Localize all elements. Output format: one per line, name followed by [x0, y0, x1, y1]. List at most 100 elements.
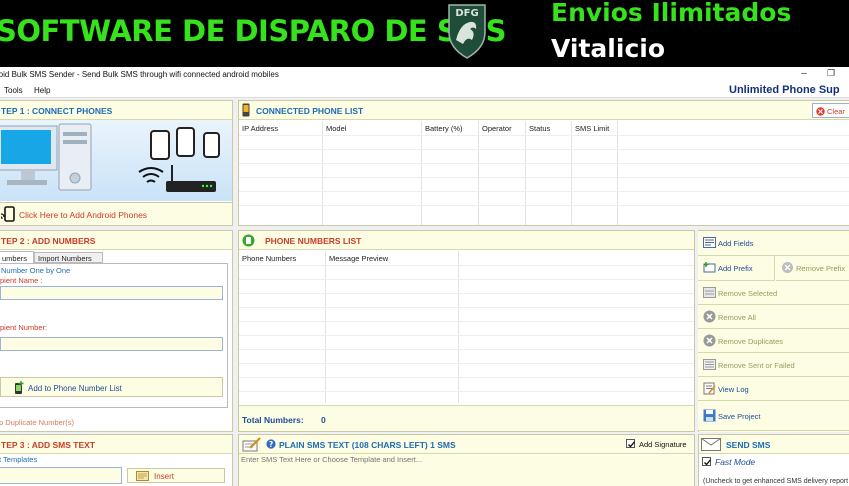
step2-header: TEP 2 : ADD NUMBERS: [0, 231, 232, 250]
envelope-icon: [701, 438, 721, 451]
remove-sent-failed-label: Remove Sent or Failed: [718, 361, 795, 370]
step2-title: TEP 2 : ADD NUMBERS: [1, 236, 96, 246]
remove-selected-button[interactable]: Remove Selected: [698, 281, 849, 305]
step3-panel: TEP 3 : ADD SMS TEXT t Templates Insert: [0, 434, 233, 486]
recipient-number-label: pient Number:: [0, 323, 48, 332]
save-project-icon: [703, 409, 716, 422]
add-prefix-icon: [703, 262, 716, 273]
mobile-phone-icon: [242, 103, 250, 117]
help-icon[interactable]: ?: [266, 439, 276, 449]
banner-title: SOFTWARE DE DISPARO DE SMS: [0, 14, 506, 48]
remove-all-label: Remove All: [718, 313, 756, 322]
title-bar: roid Bulk SMS Sender - Send Bulk SMS thr…: [0, 67, 849, 82]
delivery-report-note: (Uncheck to get enhanced SMS delivery re…: [703, 478, 849, 485]
insert-icon: [136, 471, 149, 481]
app-window: roid Bulk SMS Sender - Send Bulk SMS thr…: [0, 67, 849, 486]
add-to-list-label: Add to Phone Number List: [28, 384, 122, 393]
tab-numbers[interactable]: umbers: [0, 251, 34, 263]
numbers-list-title: PHONE NUMBERS LIST: [265, 236, 362, 246]
send-sms-title: SEND SMS: [726, 440, 771, 450]
clear-icon: [816, 107, 825, 116]
view-log-icon: [703, 382, 716, 395]
add-prefix-button[interactable]: Add Prefix: [698, 256, 775, 281]
numbers-list-grid: [239, 251, 694, 403]
templates-label: t Templates: [0, 455, 38, 464]
step1-panel: TEP 1 : CONNECT PHONES Click Here to Add…: [0, 100, 233, 226]
add-phone-icon: [15, 381, 24, 394]
remove-prefix-label: Remove Prefix: [796, 264, 846, 273]
sms-pencil-icon: [242, 437, 261, 452]
unlimited-phone-support-label: Unlimited Phone Sup: [729, 84, 840, 96]
add-android-phones-button[interactable]: Click Here to Add Android Phones: [0, 202, 232, 225]
remove-selected-label: Remove Selected: [718, 289, 778, 298]
total-numbers-bar: Total Numbers: 0: [239, 405, 694, 431]
sms-text-panel: ? PLAIN SMS TEXT (108 CHARS LEFT) 1 SMS …: [238, 434, 695, 486]
remove-duplicates-icon: [703, 334, 716, 347]
total-numbers-value: 0: [321, 415, 326, 425]
promo-banner: SOFTWARE DE DISPARO DE SMS DFG Envios Il…: [0, 0, 849, 67]
checkmark-icon: [628, 441, 635, 448]
connected-list-header: CONNECTED PHONE LIST Clear: [239, 101, 849, 120]
view-log-button[interactable]: View Log: [698, 377, 849, 401]
skip-duplicates-label[interactable]: p Duplicate Number(s): [0, 418, 74, 427]
add-fields-label: Add Fields: [718, 239, 754, 248]
insert-label: Insert: [154, 472, 175, 481]
numbers-list-header: PHONE NUMBERS LIST: [239, 231, 694, 250]
step2-panel: TEP 2 : ADD NUMBERS umbers Import Number…: [0, 230, 233, 432]
template-select[interactable]: [0, 467, 122, 484]
window-title: roid Bulk SMS Sender - Send Bulk SMS thr…: [0, 70, 279, 79]
view-log-label: View Log: [718, 385, 749, 394]
add-fields-icon: [703, 237, 716, 248]
sms-text-header: ? PLAIN SMS TEXT (108 CHARS LEFT) 1 SMS …: [239, 435, 694, 454]
remove-sent-failed-icon: [703, 359, 716, 370]
logo-text: DFG: [455, 8, 478, 19]
menu-help[interactable]: Help: [34, 86, 50, 95]
add-to-phone-number-list-button[interactable]: Add to Phone Number List: [0, 377, 223, 397]
connected-phone-list-panel: CONNECTED PHONE LIST Clear IP Address Mo…: [238, 100, 849, 226]
connect-illustration: [0, 120, 232, 201]
dragon-shield-logo: DFG: [448, 4, 486, 59]
connected-list-title: CONNECTED PHONE LIST: [256, 106, 364, 116]
svg-text:?: ?: [269, 440, 273, 449]
fast-mode-checkbox[interactable]: [702, 457, 711, 466]
add-prefix-label: Add Prefix: [718, 264, 753, 273]
remove-duplicates-label: Remove Duplicates: [718, 337, 784, 346]
step3-title: TEP 3 : ADD SMS TEXT: [1, 440, 95, 450]
send-sms-header: SEND SMS: [699, 435, 849, 454]
add-signature-label: Add Signature: [639, 440, 687, 449]
tab-import-numbers[interactable]: Import Numbers: [34, 252, 103, 263]
step3-header: TEP 3 : ADD SMS TEXT: [0, 435, 232, 454]
recipient-name-label: pient Name :: [0, 276, 43, 285]
connected-list-grid: [239, 121, 849, 225]
remove-prefix-button[interactable]: Remove Prefix: [776, 256, 849, 281]
add-android-phones-label: Click Here to Add Android Phones: [19, 210, 148, 220]
phone-numbers-list-panel: PHONE NUMBERS LIST Phone Numbers Message…: [238, 230, 695, 432]
remove-duplicates-button[interactable]: Remove Duplicates: [698, 329, 849, 353]
minimize-icon[interactable]: –: [797, 68, 811, 79]
save-project-label: Save Project: [718, 412, 761, 421]
one-by-one-label: Number One by One: [1, 266, 71, 275]
restore-icon[interactable]: ❐: [824, 68, 838, 79]
save-project-button[interactable]: Save Project: [698, 401, 849, 431]
remove-sent-failed-button[interactable]: Remove Sent or Failed: [698, 353, 849, 377]
clear-button[interactable]: Clear: [812, 103, 849, 118]
remove-selected-icon: [703, 287, 716, 298]
recipient-number-input[interactable]: [0, 337, 223, 351]
fast-mode-label: Fast Mode: [715, 457, 756, 467]
insert-template-button[interactable]: Insert: [127, 468, 225, 483]
computer-phones-icon: [0, 123, 220, 192]
add-numbers-tab-body: Number One by One pient Name : pient Num…: [0, 263, 228, 408]
add-signature-checkbox[interactable]: [626, 439, 635, 448]
remove-prefix-icon: [782, 262, 793, 273]
add-fields-button[interactable]: Add Fields: [698, 231, 849, 256]
clear-label: Clear: [827, 107, 845, 116]
send-sms-panel: SEND SMS Fast Mode (Uncheck to get enhan…: [698, 434, 849, 486]
menu-bar: Tools Help Unlimited Phone Sup: [0, 82, 849, 98]
step1-header: TEP 1 : CONNECT PHONES: [0, 101, 232, 120]
remove-all-button[interactable]: Remove All: [698, 305, 849, 329]
recipient-name-input[interactable]: [0, 286, 223, 300]
menu-tools[interactable]: Tools: [4, 86, 23, 95]
sms-text-input[interactable]: [239, 454, 694, 486]
phone-list-icon: [242, 234, 255, 247]
phone-wifi-icon: [1, 206, 15, 222]
